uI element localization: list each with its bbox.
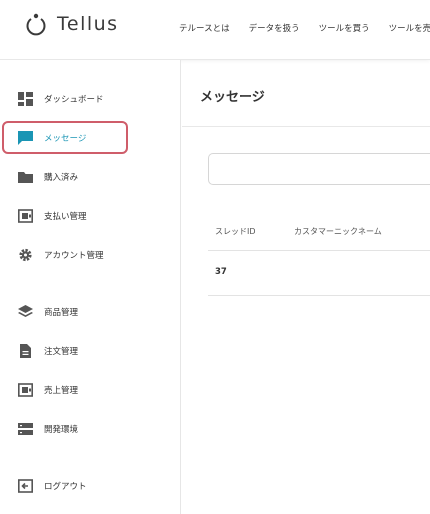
gear-icon (19, 248, 32, 262)
server-icon (18, 423, 33, 435)
sales-icon (18, 383, 33, 397)
nav-item-buy-tools[interactable]: ツールを買う (319, 22, 370, 34)
message-icon (18, 131, 33, 145)
main-content: メッセージ スレッドID カスタマーニックネーム 37 (182, 60, 430, 514)
sidebar-item-sales[interactable]: 売上管理 (0, 379, 181, 401)
nav-item-about[interactable]: テルースとは (179, 22, 230, 34)
sidebar-item-messages[interactable]: メッセージ (0, 127, 181, 149)
sidebar-item-label: 注文管理 (44, 347, 79, 357)
document-icon (20, 344, 31, 358)
tellus-logo-icon (26, 13, 46, 36)
column-header-thread-id[interactable]: スレッドID (215, 226, 256, 237)
top-header: Tellus テルースとは データを扱う ツールを買う ツールを売 (0, 0, 430, 60)
search-input[interactable] (208, 153, 430, 185)
divider (182, 126, 430, 127)
page-title: メッセージ (200, 90, 265, 105)
layers-icon (18, 305, 33, 317)
sidebar-item-label: 商品管理 (44, 308, 79, 318)
sidebar-item-logout[interactable]: ログアウト (0, 475, 181, 497)
dashboard-icon (18, 92, 33, 106)
sidebar-item-purchased[interactable]: 購入済み (0, 166, 181, 188)
sidebar-item-payments[interactable]: 支払い管理 (0, 205, 181, 227)
sidebar-item-orders[interactable]: 注文管理 (0, 340, 181, 362)
sidebar-item-label: 売上管理 (44, 386, 79, 396)
logout-icon (18, 479, 33, 493)
nav-item-sell-tools[interactable]: ツールを売 (389, 22, 430, 34)
payment-icon (18, 209, 33, 223)
sidebar-item-label: ログアウト (44, 482, 87, 492)
top-nav: テルースとは データを扱う ツールを買う ツールを売 (179, 22, 430, 34)
sidebar-item-dev-env[interactable]: 開発環境 (0, 418, 181, 440)
logo-text: Tellus (57, 13, 119, 35)
sidebar-item-label: 開発環境 (44, 425, 79, 435)
table-row[interactable]: 37 (208, 251, 430, 295)
folder-icon (18, 172, 33, 183)
logo[interactable]: Tellus (25, 12, 119, 36)
sidebar-item-label: アカウント管理 (44, 251, 104, 261)
sidebar-item-label: 購入済み (44, 173, 79, 183)
sidebar-item-label: ダッシュボード (44, 95, 104, 105)
sidebar-item-products[interactable]: 商品管理 (0, 301, 181, 323)
nav-item-data[interactable]: データを扱う (249, 22, 300, 34)
sidebar-item-label: 支払い管理 (44, 212, 87, 222)
sidebar-item-label: メッセージ (44, 134, 87, 144)
sidebar: ダッシュボード メッセージ 購入済み 支払い管理 アカウント管理 商品管理 注文… (0, 60, 181, 514)
sidebar-item-account[interactable]: アカウント管理 (0, 244, 181, 266)
sidebar-item-dashboard[interactable]: ダッシュボード (0, 88, 181, 110)
divider (208, 295, 430, 296)
thread-id-cell: 37 (215, 267, 227, 277)
column-header-customer-nickname[interactable]: カスタマーニックネーム (294, 226, 382, 237)
